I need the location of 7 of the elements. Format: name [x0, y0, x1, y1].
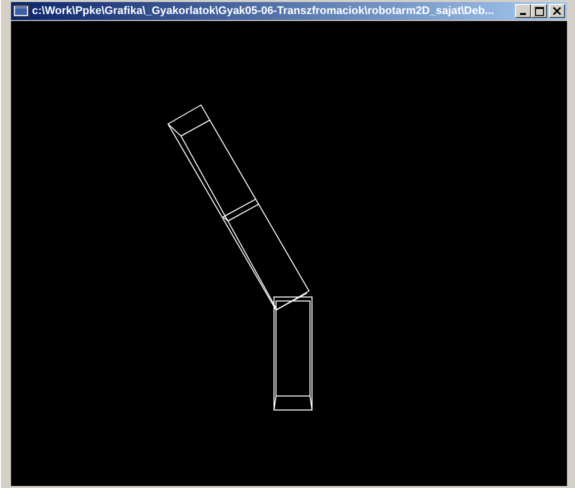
console-icon	[13, 5, 29, 17]
minimize-button[interactable]	[515, 4, 531, 18]
window-title: c:\Work\Ppke\Grafika\_Gyakorlatok\Gyak05-06-Transzfromaciok\robotarm2D_sajat\Deb...	[32, 5, 495, 17]
close-icon	[553, 7, 561, 15]
maximize-button[interactable]	[531, 4, 547, 18]
maximize-icon	[534, 6, 544, 16]
close-button[interactable]	[549, 4, 565, 18]
